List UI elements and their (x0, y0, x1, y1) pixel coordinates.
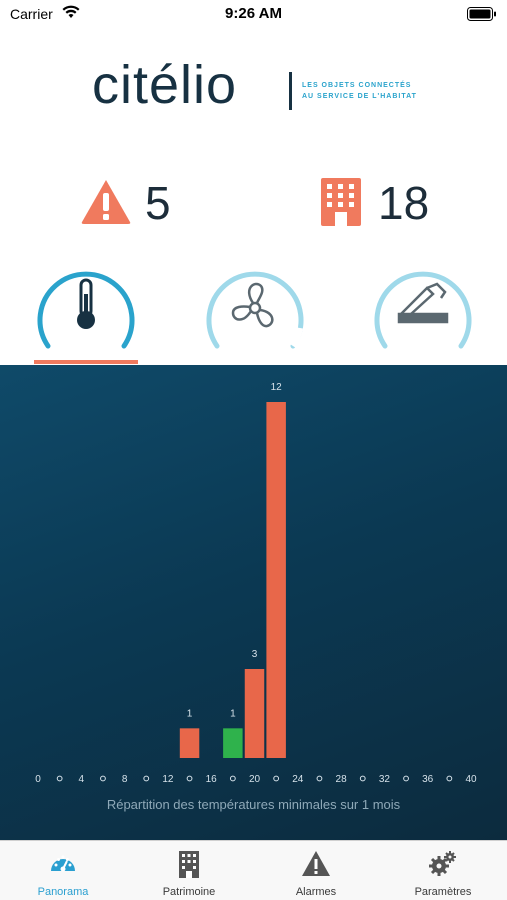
x-minor-tick (316, 775, 323, 782)
x-minor-tick (56, 775, 63, 782)
x-minor-tick (359, 775, 366, 782)
x-tick-label: 40 (465, 774, 477, 785)
tab-patrimoine-label: Patrimoine (162, 886, 216, 898)
speedometer-icon (51, 855, 75, 872)
tab-parametres[interactable]: Paramètres (380, 841, 506, 900)
bar-value-label: 1 (230, 708, 236, 719)
tab-panorama[interactable]: Panorama (0, 841, 126, 900)
x-tick-label: 8 (122, 774, 128, 785)
x-tick-label: 20 (249, 774, 261, 785)
x-minor-tick (229, 775, 236, 782)
active-gauge-indicator (34, 360, 138, 364)
gauge-window[interactable] (371, 258, 475, 350)
chart-bar (266, 402, 286, 758)
x-tick-label: 12 (162, 774, 174, 785)
tab-panorama-label: Panorama (37, 886, 89, 898)
tagline-line-1: LES OBJETS CONNECTÉS (302, 82, 412, 89)
x-tick-label: 0 (35, 774, 41, 785)
tab-alarmes-label: Alarmes (295, 886, 337, 898)
chart-caption: Répartition des températures minimales s… (106, 797, 401, 812)
x-minor-tick (143, 775, 150, 782)
chart-bar (179, 728, 200, 758)
x-minor-tick (186, 775, 193, 782)
bar-value-label: 3 (252, 649, 258, 660)
x-minor-tick (403, 775, 409, 782)
x-minor-tick (446, 775, 453, 782)
warning-icon (81, 180, 131, 224)
x-tick-label: 36 (422, 774, 434, 785)
x-minor-tick (100, 775, 106, 782)
warning-icon (302, 851, 330, 876)
building-icon (321, 178, 361, 226)
window-icon (397, 282, 449, 324)
tab-bar: Panorama Patrimoine Alarmes Paramètres (0, 840, 507, 900)
bar-value-label: 1 (187, 708, 193, 719)
temperature-distribution-chart: 0 4 8 12 16 20 24 28 32 36 40 1 1 3 12 (35, 382, 477, 785)
logo-divider (289, 72, 292, 110)
thermometer-icon (77, 278, 95, 329)
gauge-temperature-ring (37, 271, 135, 349)
gauge-ventilation-ring (206, 271, 304, 349)
x-tick-label: 24 (292, 774, 304, 785)
x-minor-tick (273, 775, 280, 782)
alarm-count: 5 (145, 177, 171, 229)
tab-patrimoine[interactable]: Patrimoine (126, 841, 252, 900)
bar-value-label: 12 (271, 382, 283, 393)
x-tick-label: 28 (336, 774, 348, 785)
chart-panel: 0 4 8 12 16 20 24 28 32 36 40 1 1 3 12 Répartition des… (0, 365, 507, 840)
status-bar: Carrier 9:26 AM (0, 0, 507, 28)
chart-bar (223, 728, 243, 758)
building-count: 18 (378, 177, 430, 229)
status-time: 9:26 AM (225, 5, 282, 22)
tab-alarmes[interactable]: Alarmes (253, 841, 379, 900)
gears-icon (429, 851, 456, 876)
tagline-line-2: AU SERVICE DE L'HABITAT (302, 93, 417, 100)
gauge-temperature[interactable] (34, 258, 138, 350)
fan-icon (231, 282, 274, 328)
gauge-window-ring (374, 271, 472, 349)
brand-tagline: LES OBJETS CONNECTÉS AU SERVICE DE L'HAB… (302, 80, 417, 102)
x-tick-label: 32 (379, 774, 391, 785)
x-tick-label: 4 (79, 774, 85, 785)
tab-parametres-label: Paramètres (414, 886, 472, 898)
gauge-ventilation[interactable] (203, 258, 307, 350)
building-icon (179, 851, 199, 878)
x-tick-label: 16 (206, 774, 218, 785)
battery-icon (467, 7, 496, 21)
brand-name: citélio (92, 55, 238, 115)
chart-bar (244, 669, 265, 758)
